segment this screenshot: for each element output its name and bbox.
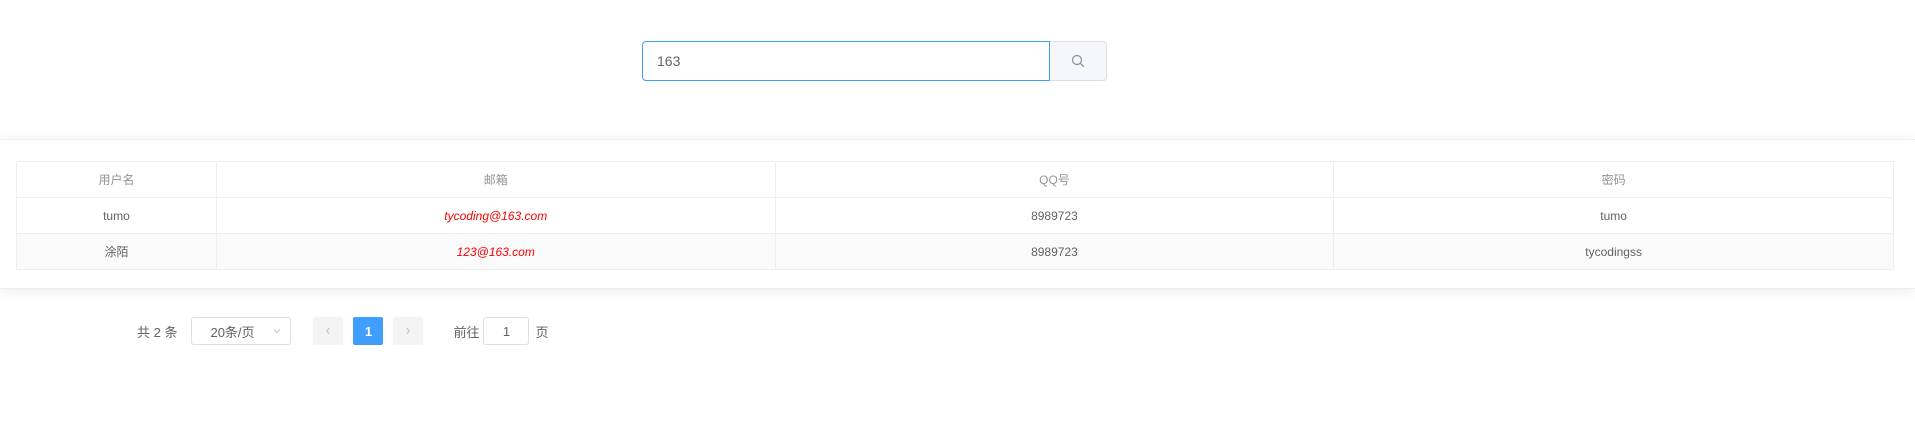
page-size-value: 20条/页 [210, 324, 255, 340]
next-page-button[interactable] [393, 317, 424, 345]
column-header-qq[interactable]: QQ号 [774, 161, 1335, 198]
search-button[interactable] [1050, 41, 1107, 81]
email-text: tycoding@163.com [444, 208, 548, 223]
column-header-email[interactable]: 邮箱 [215, 161, 776, 198]
column-header-password[interactable]: 密码 [1333, 161, 1894, 198]
total-count: 共 2 条 [137, 324, 178, 340]
cell-qq: 8989723 [774, 197, 1335, 234]
page-number-button[interactable]: 1 [353, 317, 384, 345]
chevron-down-icon [274, 329, 281, 334]
search-icon [1071, 54, 1085, 68]
goto-suffix-label: 页 [535, 324, 549, 340]
user-table: 用户名 邮箱 QQ号 密码 tumo tycoding@163.com 8989… [16, 161, 1894, 270]
table-header-row: 用户名 邮箱 QQ号 密码 [16, 161, 1894, 198]
page-size-select[interactable]: 20条/页 [191, 317, 292, 345]
goto-prefix-label: 前往 [453, 324, 480, 340]
goto-page-input[interactable] [483, 317, 530, 345]
column-header-username[interactable]: 用户名 [16, 161, 217, 198]
table-row[interactable]: 涂陌 123@163.com 8989723 tycodingss [16, 233, 1894, 270]
goto-page: 前往 页 [453, 317, 549, 345]
pagination: 共 2 条 20条/页 1 前往 页 [137, 317, 549, 345]
search-bar [642, 41, 1107, 81]
cell-password: tumo [1333, 197, 1894, 234]
prev-page-button[interactable] [313, 317, 344, 345]
chevron-left-icon [326, 327, 331, 335]
cell-email: tycoding@163.com [215, 197, 776, 234]
cell-username: tumo [16, 197, 217, 234]
table-card: 用户名 邮箱 QQ号 密码 tumo tycoding@163.com 8989… [0, 139, 1915, 289]
search-input[interactable] [642, 41, 1050, 81]
table-row[interactable]: tumo tycoding@163.com 8989723 tumo [16, 197, 1894, 234]
cell-password: tycodingss [1333, 233, 1894, 270]
cell-qq: 8989723 [774, 233, 1335, 270]
cell-email: 123@163.com [215, 233, 776, 270]
cell-username: 涂陌 [16, 233, 217, 270]
email-text: 123@163.com [456, 244, 535, 259]
chevron-right-icon [406, 327, 411, 335]
